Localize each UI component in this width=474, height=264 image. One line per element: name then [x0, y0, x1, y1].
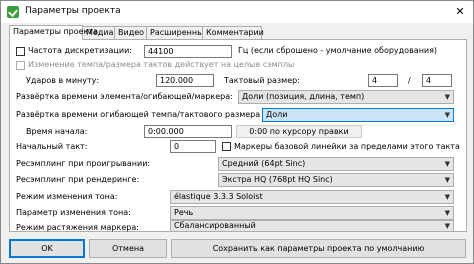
resample-playback-value: Средний (64pt Sinc)	[222, 159, 306, 168]
stretch-mode-value: Сбалансированный	[174, 221, 256, 230]
tempo-change-checkbox[interactable]	[16, 61, 25, 70]
app-icon	[7, 6, 19, 18]
chevron-down-icon: ▼	[444, 222, 450, 230]
tab-project-settings[interactable]: Параметры проекта	[9, 25, 98, 40]
start-measure-label: Начальный такт:	[16, 142, 88, 151]
pitch-mode-value: élastique 3.3.3 Soloist	[174, 192, 263, 201]
resample-render-value: Экстра HQ (768pt HQ Sinc)	[222, 175, 333, 184]
resample-render-label: Ресэмплинг при рендеринге:	[16, 175, 140, 184]
item-timebase-value: Доли (позиция, длина, темп)	[242, 92, 365, 101]
settings-panel: Частота дискретизации: 44100 Гц (если сб…	[9, 39, 467, 232]
time-sig-slash: /	[408, 76, 411, 85]
save-default-button[interactable]: Сохранить как параметры проекта по умолч…	[171, 239, 466, 258]
window-title: Параметры проекта	[25, 6, 121, 16]
start-time-input[interactable]: 0:00.000	[144, 125, 232, 138]
chevron-down-icon: ▼	[444, 93, 450, 101]
tab-advanced[interactable]: Расширенные	[146, 26, 208, 40]
resample-playback-select[interactable]: Средний (64pt Sinc) ▼	[218, 157, 454, 171]
sample-rate-input[interactable]: 44100	[144, 45, 232, 58]
sample-rate-label: Частота дискретизации:	[28, 46, 132, 55]
stretch-mode-select[interactable]: Сбалансированный ▼	[170, 220, 454, 232]
chevron-down-icon: ▼	[444, 176, 450, 184]
tempo-change-label: Изменение темпа/размера тактов действует…	[28, 60, 295, 69]
resample-render-select[interactable]: Экстра HQ (768pt HQ Sinc) ▼	[218, 173, 454, 187]
time-sig-denominator-input[interactable]: 4	[422, 74, 452, 87]
ok-button[interactable]: OK	[9, 239, 85, 258]
title-bar: Параметры проекта ✕	[1, 1, 473, 23]
start-measure-input[interactable]: 0	[170, 140, 216, 153]
sample-rate-checkbox[interactable]	[16, 47, 25, 56]
bpm-input[interactable]: 120.000	[156, 74, 214, 87]
envelope-timebase-select[interactable]: Доли ▼	[262, 108, 454, 122]
start-at-edit-cursor-button[interactable]: 0:00 по курсору правки	[236, 125, 362, 138]
chevron-down-icon: ▼	[444, 111, 450, 119]
tab-comments[interactable]: Комментарии	[202, 26, 264, 40]
chevron-down-icon: ▼	[444, 160, 450, 168]
envelope-timebase-value: Доли	[266, 110, 288, 119]
project-settings-window: Параметры проекта ✕ Параметры проекта Ме…	[0, 0, 474, 264]
ruler-markers-label: Маркеры базовой линейки за пределами это…	[234, 142, 460, 151]
envelope-timebase-label: Развёртка времени огибающей темпа/тактов…	[16, 110, 261, 119]
pitch-mode-select[interactable]: élastique 3.3.3 Soloist ▼	[170, 190, 454, 204]
chevron-down-icon: ▼	[444, 193, 450, 201]
stretch-mode-label: Режим растяжения маркера:	[16, 223, 139, 232]
pitch-param-label: Параметр изменения тона:	[16, 208, 131, 217]
resample-playback-label: Ресэмплинг при проигрывании:	[16, 159, 151, 168]
item-timebase-select[interactable]: Доли (позиция, длина, темп) ▼	[238, 90, 454, 104]
pitch-param-select[interactable]: Речь ▼	[170, 206, 454, 220]
pitch-param-value: Речь	[174, 208, 194, 217]
close-icon[interactable]: ✕	[451, 4, 469, 20]
time-sig-label: Тактовый размер:	[224, 76, 300, 85]
start-time-label: Время начала:	[26, 127, 88, 136]
time-sig-numerator-input[interactable]: 4	[368, 74, 398, 87]
cancel-button[interactable]: Отмена	[89, 239, 167, 258]
chevron-down-icon: ▼	[444, 209, 450, 217]
pitch-mode-label: Режим изменения тона:	[16, 192, 118, 201]
item-timebase-label: Развёртка времени элемента/огибающей/мар…	[16, 92, 233, 101]
bpm-label: Ударов в минуту:	[26, 76, 100, 85]
sample-rate-note: Гц (если сброшено - умолчание оборудован…	[238, 46, 438, 55]
ruler-markers-checkbox[interactable]	[222, 142, 231, 151]
tab-video[interactable]: Видео	[114, 26, 147, 40]
